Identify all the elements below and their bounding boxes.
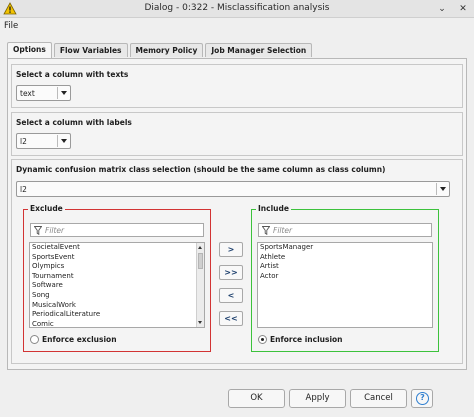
include-filter-placeholder: Filter bbox=[273, 226, 293, 235]
list-item[interactable]: Actor bbox=[258, 272, 432, 282]
list-item[interactable]: Software bbox=[30, 281, 204, 291]
list-item[interactable]: Olympics bbox=[30, 262, 204, 272]
exclude-title: Exclude bbox=[28, 204, 65, 213]
menu-bar: File bbox=[0, 18, 474, 35]
list-item[interactable]: Tournament bbox=[30, 272, 204, 282]
tab-options[interactable]: Options bbox=[7, 42, 52, 58]
chevron-down-icon bbox=[57, 135, 69, 147]
include-title: Include bbox=[256, 204, 291, 213]
move-right-button[interactable]: > bbox=[219, 242, 243, 257]
list-item[interactable]: SportsEvent bbox=[30, 253, 204, 263]
move-all-right-button[interactable]: >> bbox=[219, 265, 243, 280]
list-item[interactable]: PeriodicalLiterature bbox=[30, 310, 204, 320]
label-column-value: l2 bbox=[20, 137, 27, 146]
chevron-down-icon bbox=[436, 183, 448, 195]
tab-memory-policy[interactable]: Memory Policy bbox=[129, 43, 204, 57]
enforce-inclusion-radio[interactable] bbox=[258, 335, 267, 344]
list-item[interactable]: Athlete bbox=[258, 253, 432, 263]
list-item[interactable]: SportsManager bbox=[258, 243, 432, 253]
text-column-label: Select a column with texts bbox=[16, 70, 129, 79]
close-button[interactable]: ✕ bbox=[456, 2, 470, 16]
enforce-exclusion-radio[interactable] bbox=[30, 335, 39, 344]
funnel-icon bbox=[262, 226, 270, 235]
menu-file[interactable]: File bbox=[4, 21, 18, 31]
apply-button[interactable]: Apply bbox=[289, 389, 346, 408]
funnel-icon bbox=[34, 226, 42, 235]
include-filter-input[interactable]: Filter bbox=[258, 223, 432, 237]
title-bar: Dialog - 0:322 - Misclassification analy… bbox=[0, 0, 474, 18]
class-selection-value: l2 bbox=[20, 185, 27, 194]
cancel-button[interactable]: Cancel bbox=[350, 389, 407, 408]
move-all-left-button[interactable]: << bbox=[219, 311, 243, 326]
include-list[interactable]: SportsManager Athlete Artist Actor bbox=[257, 242, 433, 328]
tab-flow-variables[interactable]: Flow Variables bbox=[53, 43, 128, 57]
enforce-exclusion-label[interactable]: Enforce exclusion bbox=[42, 335, 117, 344]
include-panel: Include Filter SportsManager Athlete Art… bbox=[251, 204, 439, 352]
exclude-filter-input[interactable]: Filter bbox=[30, 223, 204, 237]
list-item[interactable]: Comic bbox=[30, 320, 204, 327]
list-item[interactable]: MusicalWork bbox=[30, 301, 204, 311]
help-icon: ? bbox=[416, 392, 429, 405]
tab-bar: Options Flow Variables Memory Policy Job… bbox=[7, 42, 314, 58]
move-left-button[interactable]: < bbox=[219, 288, 243, 303]
chevron-down-icon bbox=[57, 87, 69, 99]
scroll-up-arrow-icon[interactable] bbox=[197, 244, 204, 251]
text-column-group: Select a column with texts text bbox=[11, 64, 463, 108]
class-selection-label: Dynamic confusion matrix class selection… bbox=[16, 165, 386, 174]
exclude-list[interactable]: SocietalEvent SportsEvent Olympics Tourn… bbox=[29, 242, 205, 328]
exclude-scrollbar[interactable] bbox=[196, 243, 204, 327]
exclude-filter-placeholder: Filter bbox=[45, 226, 65, 235]
label-column-select[interactable]: l2 bbox=[16, 133, 71, 149]
minimize-button[interactable]: ⌄ bbox=[435, 2, 449, 16]
list-item[interactable]: Artist bbox=[258, 262, 432, 272]
scroll-thumb[interactable] bbox=[198, 253, 203, 269]
list-item[interactable]: SocietalEvent bbox=[30, 243, 204, 253]
text-column-value: text bbox=[20, 89, 35, 98]
list-item[interactable]: Song bbox=[30, 291, 204, 301]
class-selection-select[interactable]: l2 bbox=[16, 181, 450, 197]
tab-job-manager-selection[interactable]: Job Manager Selection bbox=[205, 43, 313, 57]
window-title: Dialog - 0:322 - Misclassification analy… bbox=[144, 3, 330, 13]
label-column-group: Select a column with labels l2 bbox=[11, 112, 463, 156]
scroll-down-arrow-icon[interactable] bbox=[197, 319, 204, 326]
help-button[interactable]: ? bbox=[411, 389, 433, 408]
label-column-label: Select a column with labels bbox=[16, 118, 132, 127]
enforce-inclusion-label[interactable]: Enforce inclusion bbox=[270, 335, 343, 344]
exclude-panel: Exclude Filter SocietalEvent SportsEvent… bbox=[23, 204, 211, 352]
ok-button[interactable]: OK bbox=[228, 389, 285, 408]
text-column-select[interactable]: text bbox=[16, 85, 71, 101]
